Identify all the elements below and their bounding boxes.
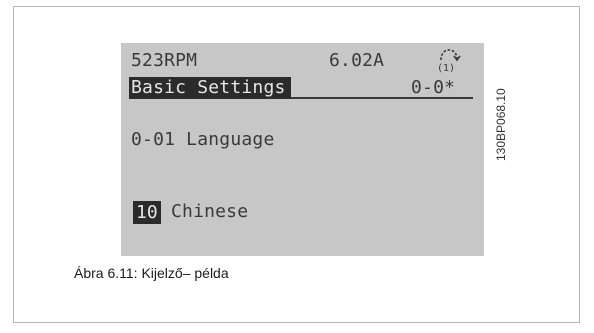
figure-frame: 523RPM 6.02A (1) Basic Settings 0-0* 0-0… — [13, 6, 580, 323]
option-value: Chinese — [171, 201, 249, 222]
figure-reference-code: 130BP068.10 — [494, 41, 510, 161]
parameter-name: 0-01 Language — [131, 129, 275, 150]
hand-mode-label: (1) — [437, 63, 455, 73]
lcd-display: 523RPM 6.02A (1) Basic Settings 0-0* 0-0… — [121, 43, 484, 256]
hand-mode-icon: (1) — [437, 49, 461, 73]
option-index: 10 — [136, 202, 158, 223]
parameter-group-code: 0-0* — [411, 77, 456, 98]
menu-title: Basic Settings — [131, 77, 286, 98]
current-readout: 6.02A — [329, 50, 385, 71]
option-index-highlight: 10 — [133, 201, 161, 224]
speed-readout: 523RPM — [131, 50, 198, 71]
figure-reference-text: 130BP068.10 — [494, 88, 508, 161]
figure-caption: Ábra 6.11: Kijelző– példa — [74, 265, 229, 281]
